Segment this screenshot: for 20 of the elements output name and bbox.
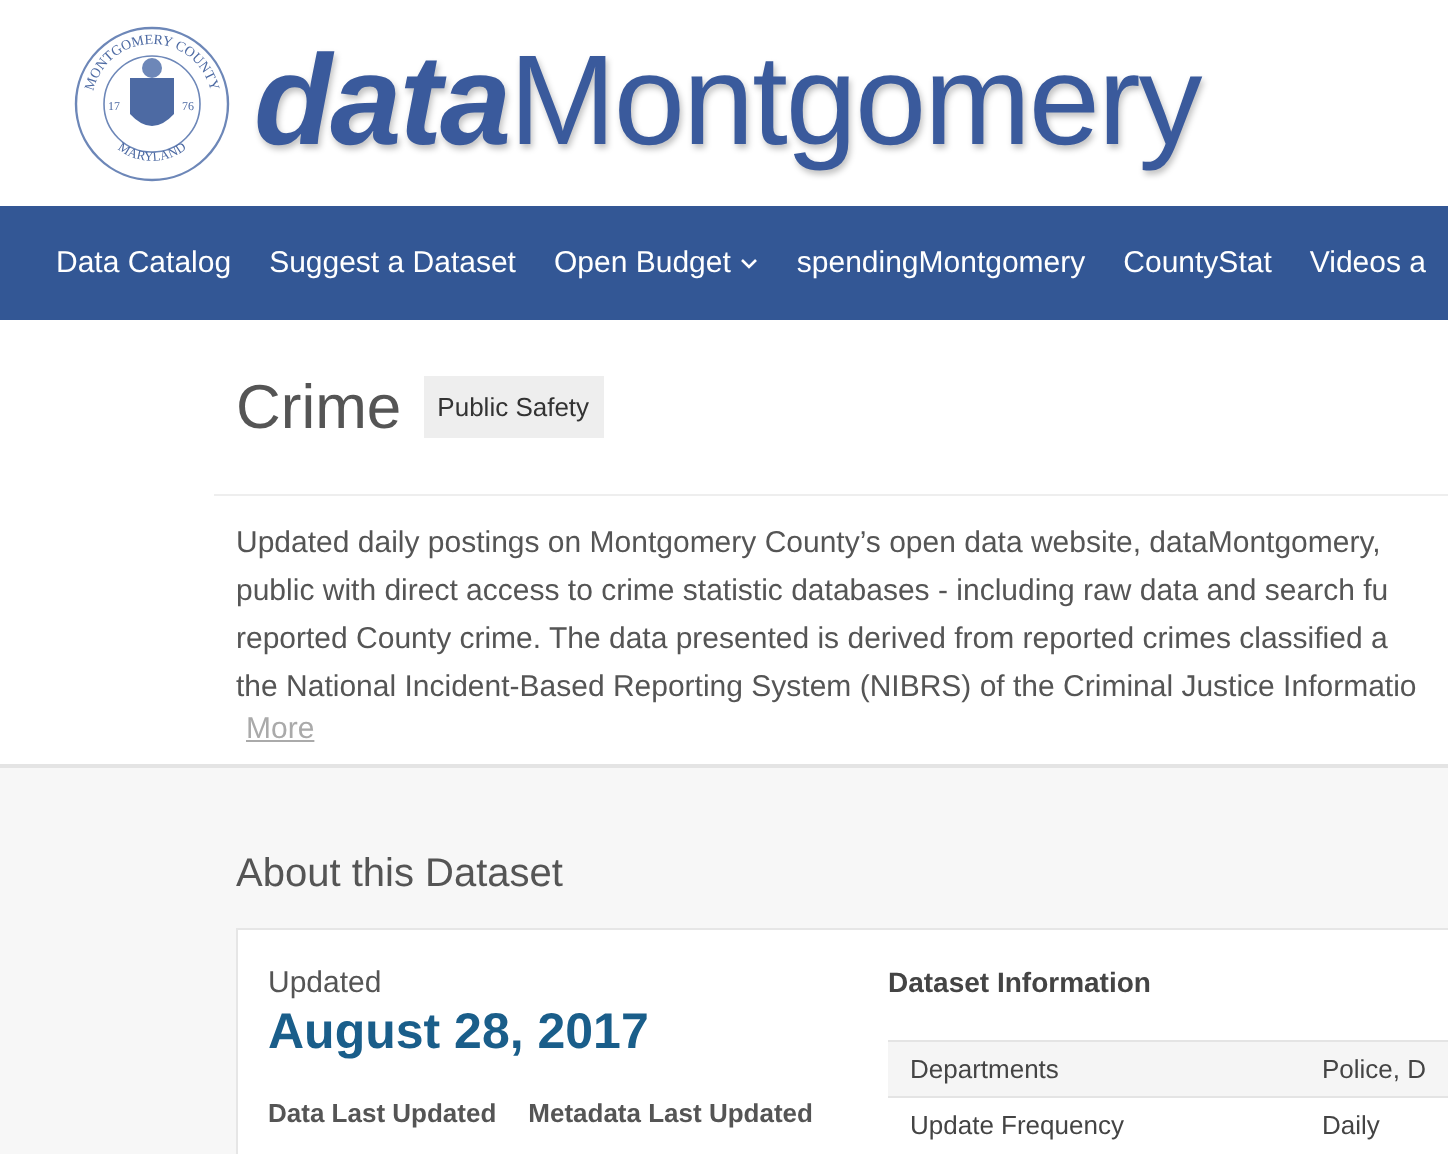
site-logo[interactable]: dataMontgomery — [254, 25, 1201, 173]
table-cell: Update Frequency — [888, 1097, 1300, 1152]
metadata-updated-label: Metadata Last Updated — [528, 1098, 813, 1128]
info-heading: Dataset Information — [888, 966, 1153, 998]
nav-link[interactable]: Suggest a Dataset — [269, 246, 516, 280]
table-cell: Police, D — [1299, 1041, 1448, 1097]
section-heading: About this Dataset — [236, 852, 565, 898]
data-updated-label: Data Last Updated — [268, 1098, 497, 1128]
nav-link[interactable]: Data Catalog — [56, 246, 232, 280]
table-cell: Daily — [1299, 1097, 1448, 1152]
nav-link[interactable]: Videos a — [1309, 246, 1426, 280]
updated-label: Updated — [268, 966, 384, 1000]
updated-date: August 28, 2017 — [268, 1004, 651, 1062]
nav-link[interactable]: CountyStat — [1123, 246, 1272, 280]
table-cell: Departments — [888, 1041, 1300, 1097]
dataset-title: Crime — [236, 371, 402, 443]
category-tag[interactable]: Public Safety — [423, 376, 604, 438]
nav-link[interactable]: Open Budget — [553, 246, 759, 280]
dataset-description: Updated daily postings on Montgomery County’s open data website, dataMontgomery, public with direct access to crime statistic databases - including raw data and search fu reported County crime. The data presented is derived from reported crimes classified a the National Incident-Based Reporting System (NIBRS) of the Criminal Justice Informatio — [236, 524, 1419, 708]
nav-link[interactable]: spendingMontgomery — [796, 246, 1086, 280]
